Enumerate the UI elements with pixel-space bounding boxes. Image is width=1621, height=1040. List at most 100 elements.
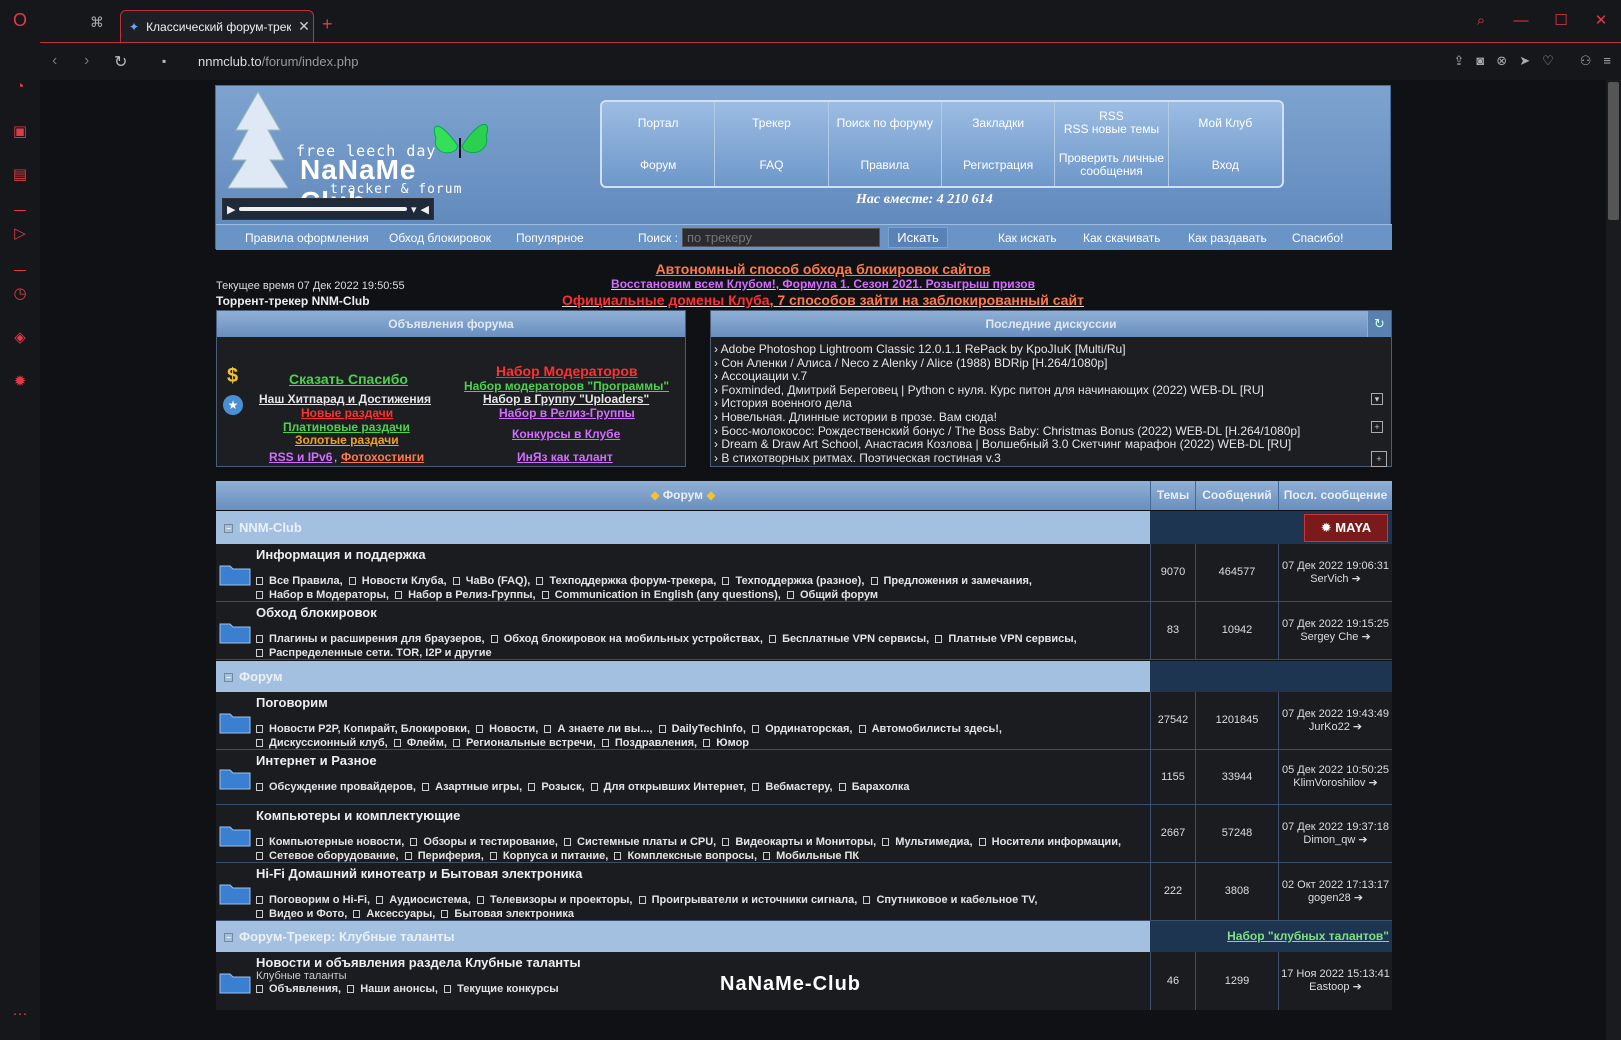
close-window-icon[interactable]: ✕ — [1581, 0, 1621, 42]
forum-title[interactable]: Компьютеры и комплектующие — [256, 808, 460, 823]
subnav-how-search[interactable]: Как искать — [998, 231, 1057, 245]
menu-icon[interactable]: ≡ — [1603, 53, 1611, 69]
expand-more-icon[interactable]: + — [1371, 451, 1387, 467]
ann-uploaders[interactable]: Набор в Группу "Uploaders" — [483, 392, 649, 406]
goto-post-icon[interactable]: ➔ — [1358, 834, 1367, 846]
forum-title[interactable]: Новости и объявления раздела Клубные тал… — [256, 955, 581, 970]
nav-register[interactable]: Регистрация — [942, 144, 1056, 186]
last-post-user[interactable]: SerVich — [1310, 573, 1348, 585]
ann-new-releases[interactable]: Новые раздачи — [301, 406, 393, 420]
discussion-item[interactable]: › Dream & Draw Art School, Анастасия Коз… — [714, 438, 1300, 452]
nav-faq[interactable]: FAQ — [715, 144, 829, 186]
announce-7ways[interactable]: 7 способов зайти на заблокированный сайт — [777, 292, 1084, 308]
nav-rss[interactable]: RSS RSS новые темы — [1055, 102, 1169, 144]
forum-title[interactable]: Hi-Fi Домашний кинотеатр и Бытовая элект… — [256, 866, 582, 881]
camera-icon[interactable]: ◙ — [1476, 53, 1484, 69]
ann-moderators-programs[interactable]: Набор модераторов "Программы" — [464, 379, 669, 393]
discussion-item[interactable]: › Foxminded, Дмитрий Береговец | Python … — [714, 383, 1300, 398]
ann-rss-ipv6[interactable]: RSS и IPv6 — [269, 450, 332, 464]
adblock-icon[interactable]: ⊗ — [1496, 53, 1507, 69]
play-icon[interactable]: ▶ — [227, 203, 235, 216]
audio-player[interactable]: ▶ ▾ ◀ — [222, 198, 434, 220]
ann-gold[interactable]: Золотые раздачи — [295, 433, 399, 447]
goto-post-icon[interactable]: ➔ — [1352, 573, 1361, 585]
lock-icon[interactable]: ▪ — [162, 54, 166, 68]
discussion-item[interactable]: › Ассоциации v.7 — [714, 370, 1300, 384]
nav-portal[interactable]: Портал — [602, 102, 716, 144]
back-icon[interactable]: ‹ — [52, 52, 57, 70]
forward-icon[interactable]: › — [84, 52, 89, 70]
discussion-item[interactable]: › Босс-молокосос: Рождественский бонус /… — [714, 424, 1300, 439]
maya-banner-icon[interactable]: ✹ MAYA — [1304, 514, 1388, 542]
more-icon[interactable]: ··· — [10, 1005, 30, 1022]
announce-bypass[interactable]: Автономный способ обхода блокировок сайт… — [40, 261, 1606, 277]
active-tab[interactable]: ✦ Классический форум-трек ✕ — [120, 10, 314, 42]
last-post-user[interactable]: JurKo22 — [1309, 721, 1350, 733]
category-talents[interactable]: − Форум-Трекер: Клубные таланты Набор "кл… — [216, 921, 1392, 952]
box-icon[interactable]: ◈ — [10, 328, 30, 346]
subnav-bypass[interactable]: Обход блокировок — [389, 231, 491, 245]
nav-private-messages[interactable]: Проверить личные сообщения — [1055, 144, 1169, 186]
discussion-item[interactable]: › История военного дела — [714, 397, 1300, 411]
forum-title[interactable]: Информация и поддержка — [256, 547, 426, 562]
page-scrollbar[interactable] — [1606, 80, 1621, 1040]
forum-row-bypass[interactable]: Обход блокировок Плагины и расширения дл… — [216, 602, 1392, 660]
search-button[interactable]: Искать — [888, 227, 948, 248]
subnav-popular[interactable]: Популярное — [516, 231, 584, 245]
scroll-down-icon[interactable]: ▾ — [1371, 393, 1383, 405]
ann-photohosting[interactable]: Фотохостинги — [341, 450, 424, 464]
discussion-item[interactable]: › В стихотворных ритмах. Поэтическая гос… — [714, 451, 1300, 466]
send-icon[interactable]: ➤ — [1519, 53, 1530, 69]
goto-post-icon[interactable]: ➔ — [1361, 631, 1370, 643]
forum-title[interactable]: Поговорим — [256, 695, 328, 710]
ann-inyaz[interactable]: ИнЯз как талант — [517, 450, 613, 464]
subnav-how-seed[interactable]: Как раздавать — [1188, 231, 1267, 245]
search-icon[interactable]: ⌕ — [1461, 0, 1501, 42]
nav-rules[interactable]: Правила — [829, 144, 942, 186]
nav-login[interactable]: Вход — [1169, 144, 1282, 186]
reload-icon[interactable]: ↻ — [114, 52, 127, 72]
ann-hitparade[interactable]: Наш Хитпарад и Достижения — [259, 392, 431, 406]
discussion-item[interactable]: › Новельная. Длинные истории в прозе. Ва… — [714, 410, 1300, 425]
volume-icon[interactable]: ◀ — [421, 203, 429, 216]
dropdown-icon[interactable]: ▾ — [411, 203, 417, 216]
nav-my-club[interactable]: Мой Клуб — [1169, 102, 1282, 144]
subnav-rules-formatting[interactable]: Правила оформления — [245, 231, 369, 245]
player-icon[interactable]: ▷ — [10, 224, 30, 242]
account-icon[interactable]: ⚇ — [1580, 53, 1592, 69]
category-forum[interactable]: − Форум — [216, 661, 1392, 692]
ann-platinum[interactable]: Платиновые раздачи — [283, 420, 410, 434]
twitch-icon[interactable]: ▤ — [10, 165, 30, 183]
nav-forum-search[interactable]: Поиск по форуму — [829, 102, 942, 144]
goto-post-icon[interactable]: ➔ — [1353, 981, 1362, 993]
bag-icon[interactable]: ▣ — [10, 122, 30, 140]
tracker-search-input[interactable] — [682, 228, 880, 247]
discussion-item[interactable]: › Сон Аленки / Алиса / Neco z Alenky / A… — [714, 356, 1300, 371]
new-tab-button[interactable]: + — [322, 14, 333, 35]
nav-tracker[interactable]: Трекер — [715, 102, 829, 144]
collapse-icon[interactable]: − — [224, 673, 233, 682]
forum-row-hifi[interactable]: Hi-Fi Домашний кинотеатр и Бытовая элект… — [216, 863, 1392, 921]
url-field[interactable]: nnmclub.to/forum/index.php — [198, 54, 358, 69]
last-post-user[interactable]: Sergey Che — [1300, 631, 1358, 643]
tab-close-icon[interactable]: ✕ — [298, 18, 310, 35]
nav-bookmarks[interactable]: Закладки — [942, 102, 1056, 144]
talents-recruit-link[interactable]: Набор "клубных талантов" — [1227, 929, 1389, 943]
forum-row-internet[interactable]: Интернет и Разное Обсуждение провайдеров… — [216, 750, 1392, 805]
minimize-icon[interactable]: — — [1501, 0, 1541, 42]
expand-icon[interactable]: + — [1371, 421, 1383, 433]
collapse-icon[interactable]: − — [224, 933, 233, 942]
share-icon[interactable]: ⇪ — [1454, 53, 1465, 69]
ann-moderators[interactable]: Набор Модераторов — [496, 363, 638, 379]
category-nnm-club[interactable]: − NNM-Club ✹ MAYA — [216, 511, 1392, 544]
subnav-thanks[interactable]: Спасибо! — [1292, 231, 1343, 245]
nav-forum[interactable]: Форум — [602, 144, 716, 186]
collapse-icon[interactable]: − — [224, 524, 233, 533]
ann-release-groups[interactable]: Набор в Релиз-Группы — [499, 406, 635, 420]
ann-say-thanks[interactable]: Сказать Спасибо — [289, 371, 408, 387]
last-post-user[interactable]: Dimon_qw — [1303, 834, 1355, 846]
heart-icon[interactable]: ♡ — [1542, 53, 1554, 69]
discussion-item[interactable]: › Adobe Photoshop Lightroom Classic 12.0… — [714, 342, 1300, 357]
site-logo[interactable]: free leech day NaNaMe Club tracker & for… — [220, 90, 490, 217]
opera-logo-icon[interactable]: O — [10, 10, 30, 31]
